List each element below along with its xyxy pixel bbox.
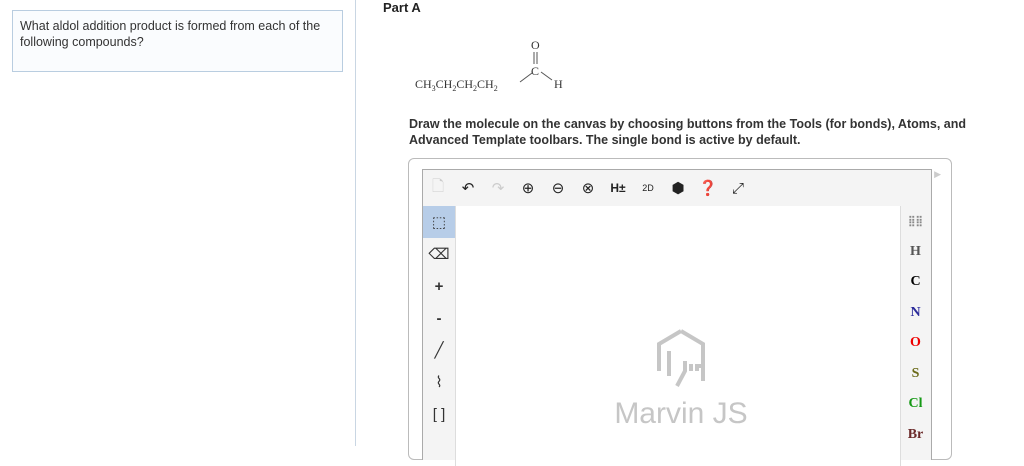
svg-text:CH3CH2CH2CH2: CH3CH2CH2CH2 bbox=[415, 77, 498, 93]
atom-br[interactable]: Br bbox=[900, 420, 931, 451]
bracket-template-icon[interactable]: [ ] bbox=[423, 398, 455, 430]
zoom-out-icon[interactable]: ⊖ bbox=[543, 179, 573, 197]
periodic-table-icon[interactable]: ⣿⣿ bbox=[900, 206, 931, 237]
question-pane: What aldol addition product is formed fr… bbox=[0, 0, 356, 446]
hydrogen-toggle-button[interactable]: H± bbox=[603, 181, 633, 195]
info-icon[interactable]: ⬢ bbox=[663, 179, 693, 197]
marvin-logo-icon bbox=[657, 329, 705, 387]
zoom-in-icon[interactable]: ⊕ bbox=[513, 179, 543, 197]
watermark-text: Marvin JS bbox=[614, 397, 748, 430]
charge-minus-button[interactable]: - bbox=[423, 302, 455, 334]
select-tool-icon[interactable]: ⬚ bbox=[423, 206, 455, 238]
carbonyl-carbon: C bbox=[531, 64, 539, 78]
atom-s[interactable]: S bbox=[900, 359, 931, 390]
marvin-editor: ◀ ▶ 🗋 ↶ ↷ ⊕ ⊖ ⊗ H± 2D ⬢ ❓ ⤢ ⬚ ⌫ + - ╱ ⌇ … bbox=[408, 158, 952, 466]
charge-plus-button[interactable]: + bbox=[423, 270, 455, 302]
atom-h[interactable]: H bbox=[900, 237, 931, 268]
atom-cl[interactable]: Cl bbox=[900, 389, 931, 420]
fullscreen-icon[interactable]: ⤢ bbox=[723, 180, 753, 197]
new-document-icon[interactable]: 🗋 bbox=[423, 176, 453, 201]
hydrogen-atom: H bbox=[554, 77, 563, 91]
zoom-reset-icon[interactable]: ⊗ bbox=[573, 179, 603, 197]
redo-icon[interactable]: ↷ bbox=[483, 179, 513, 197]
question-text: What aldol addition product is formed fr… bbox=[20, 19, 321, 49]
top-toolbar: 🗋 ↶ ↷ ⊕ ⊖ ⊗ H± 2D ⬢ ❓ ⤢ bbox=[423, 170, 931, 206]
atom-n[interactable]: N bbox=[900, 298, 931, 329]
eraser-icon[interactable]: ⌫ bbox=[423, 238, 455, 270]
part-title: Part A bbox=[383, 0, 421, 15]
chain-tool-icon[interactable]: ⌇ bbox=[423, 366, 455, 398]
atoms-toolbar: ⣿⣿ H C N O S Cl Br bbox=[900, 206, 931, 450]
drawing-canvas[interactable]: Marvin JS bbox=[455, 206, 901, 466]
undo-icon[interactable]: ↶ bbox=[453, 179, 483, 197]
atom-c[interactable]: C bbox=[900, 267, 931, 298]
oxygen-atom: O bbox=[531, 38, 540, 52]
single-bond-icon[interactable]: ╱ bbox=[423, 334, 455, 366]
tools-toolbar: ⬚ ⌫ + - ╱ ⌇ [ ] bbox=[423, 206, 455, 430]
clean-2d-button[interactable]: 2D bbox=[633, 183, 663, 193]
molecule-structure: CH3CH2CH2CH2 C O H bbox=[415, 38, 563, 93]
marvin-watermark: Marvin JS bbox=[606, 326, 756, 431]
atom-o[interactable]: O bbox=[900, 328, 931, 359]
instructions: Draw the molecule on the canvas by choos… bbox=[409, 117, 966, 147]
help-icon[interactable]: ❓ bbox=[693, 179, 723, 197]
question-box: What aldol addition product is formed fr… bbox=[12, 10, 343, 72]
